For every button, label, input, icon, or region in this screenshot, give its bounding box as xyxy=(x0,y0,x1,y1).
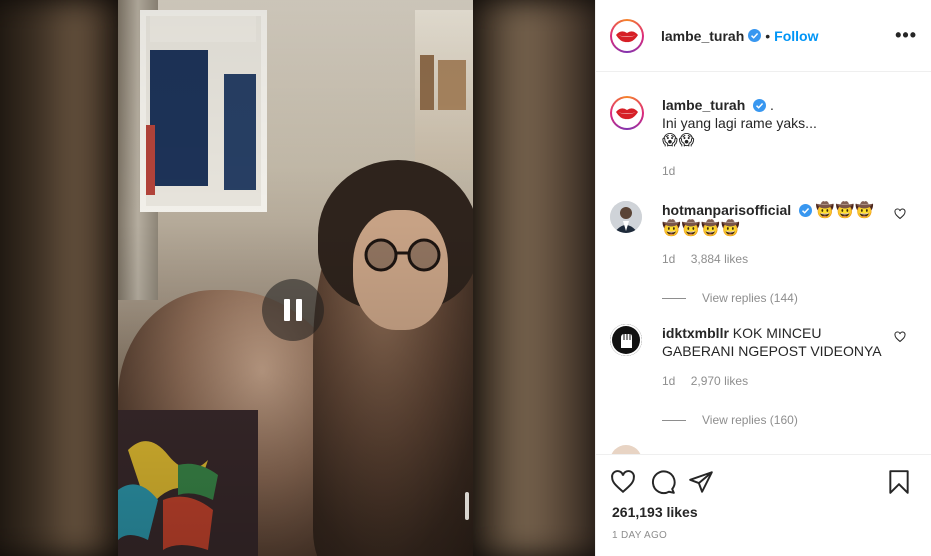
caption-suffix: . xyxy=(770,97,774,113)
view-replies-button[interactable]: View replies (160) xyxy=(610,411,892,429)
view-replies-label: View replies (160) xyxy=(702,413,798,427)
avatar[interactable] xyxy=(610,445,642,454)
comment-icon[interactable] xyxy=(650,469,676,495)
likes-count[interactable]: 261,193 likes xyxy=(612,504,698,520)
verified-icon xyxy=(748,29,762,42)
comment-like-heart-icon[interactable] xyxy=(894,331,906,343)
lips-logo-icon xyxy=(616,30,638,42)
more-options-icon[interactable]: ••• xyxy=(895,25,917,46)
comment-username[interactable]: hotmanparisofficial xyxy=(662,202,791,218)
comment-text-line2: 🤠🤠🤠🤠 xyxy=(662,220,741,237)
video-player[interactable] xyxy=(118,0,473,556)
avatar[interactable] xyxy=(610,324,642,356)
lips-logo-icon xyxy=(616,108,638,120)
user-photo-icon xyxy=(610,201,642,233)
caption-emojis: 😱😱 xyxy=(662,132,696,149)
bookmark-icon[interactable] xyxy=(886,469,912,495)
post-author-username[interactable]: lambe_turah xyxy=(661,28,744,44)
avatar[interactable] xyxy=(610,201,642,233)
comments-list[interactable]: lambe_turah . Ini yang lagi rame yaks...… xyxy=(596,72,931,454)
pause-button[interactable] xyxy=(262,279,324,341)
comment-time[interactable]: 1d xyxy=(662,374,675,388)
comment-username[interactable]: idktxmbllr xyxy=(662,325,729,341)
comment-likes[interactable]: 3,884 likes xyxy=(691,252,748,266)
verified-icon xyxy=(799,204,813,217)
caption-text: Ini yang lagi rame yaks... xyxy=(662,115,817,131)
verified-icon xyxy=(753,99,767,112)
separator-dot: • xyxy=(765,27,771,44)
blurred-background-left xyxy=(0,0,120,556)
view-replies-label: View replies (144) xyxy=(702,291,798,305)
post-actions: 261,193 likes 1 DAY AGO xyxy=(596,454,931,556)
comment-like-heart-icon[interactable] xyxy=(894,208,906,220)
view-replies-button[interactable]: View replies (144) xyxy=(610,289,892,307)
follow-button[interactable]: Follow xyxy=(774,28,818,44)
pause-icon xyxy=(284,299,290,321)
caption-time[interactable]: 1d xyxy=(662,164,675,178)
comment-likes[interactable]: 2,970 likes xyxy=(691,374,748,388)
heart-icon[interactable] xyxy=(610,469,636,495)
blurred-background-right xyxy=(472,0,595,556)
share-icon[interactable] xyxy=(688,469,714,495)
caption-username[interactable]: lambe_turah xyxy=(662,97,745,113)
avatar[interactable] xyxy=(610,18,644,53)
avatar[interactable] xyxy=(610,96,644,130)
raised-fist-icon xyxy=(610,324,642,356)
post-date[interactable]: 1 DAY AGO xyxy=(612,530,667,541)
comment-time[interactable]: 1d xyxy=(662,252,675,266)
post-media xyxy=(0,0,595,556)
post-header: lambe_turah • Follow ••• xyxy=(596,0,931,72)
post-sidebar: lambe_turah • Follow ••• lambe_turah . I… xyxy=(595,0,931,556)
comment-text: 🤠🤠🤠 xyxy=(815,202,875,219)
